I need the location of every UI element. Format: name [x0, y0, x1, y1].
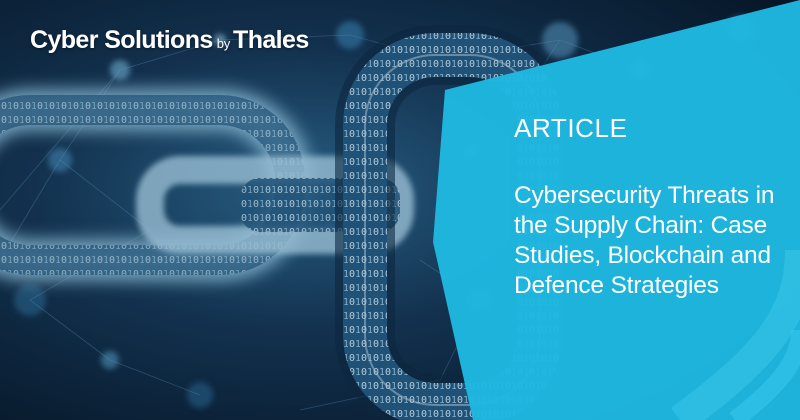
brand-name: Cyber Solutions — [30, 26, 213, 54]
article-text-block: ARTICLE Cybersecurity Threats in the Sup… — [514, 112, 794, 301]
article-banner: 0 1 — [0, 0, 800, 420]
article-title: Cybersecurity Threats in the Supply Chai… — [514, 182, 775, 299]
article-label: ARTICLE — [514, 113, 628, 143]
brand-by: by — [216, 36, 231, 51]
brand-company: Thales — [233, 26, 309, 54]
brand-logo: Cyber Solutions by Thales — [30, 26, 309, 55]
